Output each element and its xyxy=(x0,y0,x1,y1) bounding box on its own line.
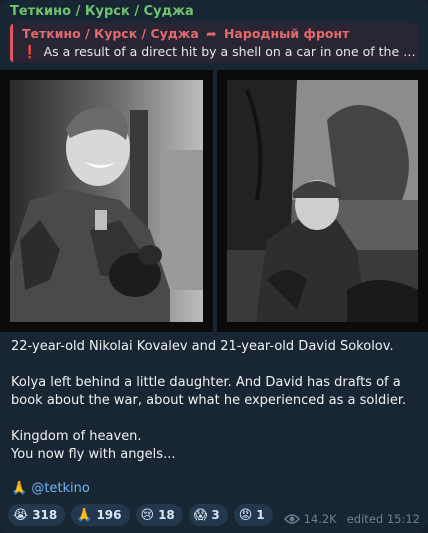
message-meta: 14.2K edited 15:12 xyxy=(283,512,420,526)
reply-preview[interactable]: Теткино / Курск / Суджа ➦ Народный фронт… xyxy=(10,23,419,63)
reply-target: Народный фронт xyxy=(223,26,350,41)
reaction-count: 318 xyxy=(32,508,58,522)
reactions-bar: 😭 318 🙏 196 😢 18 😱 3 😡 1 xyxy=(8,504,273,526)
edited-timestamp: edited 15:12 xyxy=(346,512,420,526)
forward-arrow-icon: ➦ xyxy=(206,26,217,41)
photo-right-image xyxy=(227,80,418,322)
closing-line-2: You now fly with angels... xyxy=(11,447,176,462)
reaction-crying[interactable]: 😭 318 xyxy=(8,504,66,526)
reply-source: Теткино / Курск / Суджа xyxy=(22,26,199,41)
praying-hands-icon: 🙏 xyxy=(76,507,93,523)
message-bubble: Теткино / Курск / Суджа Теткино / Курск … xyxy=(0,0,428,533)
photo-right[interactable] xyxy=(217,70,428,332)
message-line-details: Kolya left behind a little daughter. And… xyxy=(11,375,407,408)
exclamation-icon: ❗ xyxy=(22,44,38,59)
reply-accent-bar xyxy=(10,23,13,63)
angry-face-icon: 😡 xyxy=(238,507,253,523)
closing-line-1: Kingdom of heaven. xyxy=(11,429,142,444)
signature: 🙏 @tetkino xyxy=(11,481,90,496)
reaction-angry[interactable]: 😡 1 xyxy=(233,504,273,526)
reaction-sad[interactable]: 😢 18 xyxy=(135,504,183,526)
view-count: 14.2K xyxy=(303,512,337,526)
message-line-names: 22-year-old Nikolai Kovalev and 21-year-… xyxy=(11,339,394,354)
channel-link[interactable]: @tetkino xyxy=(31,481,90,496)
reaction-count: 196 xyxy=(96,508,122,522)
eye-icon xyxy=(283,514,300,524)
reply-header: Теткино / Курск / Суджа ➦ Народный фронт xyxy=(22,26,349,41)
reply-snippet: As a result of a direct hit by a shell o… xyxy=(43,44,416,59)
sad-face-icon: 😢 xyxy=(140,507,155,523)
reaction-count: 1 xyxy=(256,508,265,522)
crying-face-icon: 😭 xyxy=(13,507,29,523)
praying-hands-icon: 🙏 xyxy=(11,481,28,496)
photo-left[interactable] xyxy=(0,70,213,332)
reaction-count: 3 xyxy=(211,508,220,522)
reply-text: ❗ As a result of a direct hit by a shell … xyxy=(22,44,416,60)
reaction-scream[interactable]: 😱 3 xyxy=(188,504,228,526)
reaction-pray[interactable]: 🙏 196 xyxy=(71,504,130,526)
photo-left-image xyxy=(10,80,203,322)
message-line-closing: Kingdom of heaven. You now fly with ange… xyxy=(11,428,423,464)
screaming-face-icon: 😱 xyxy=(193,507,208,523)
sender-name[interactable]: Теткино / Курск / Суджа xyxy=(10,4,194,19)
reaction-count: 18 xyxy=(158,508,175,522)
